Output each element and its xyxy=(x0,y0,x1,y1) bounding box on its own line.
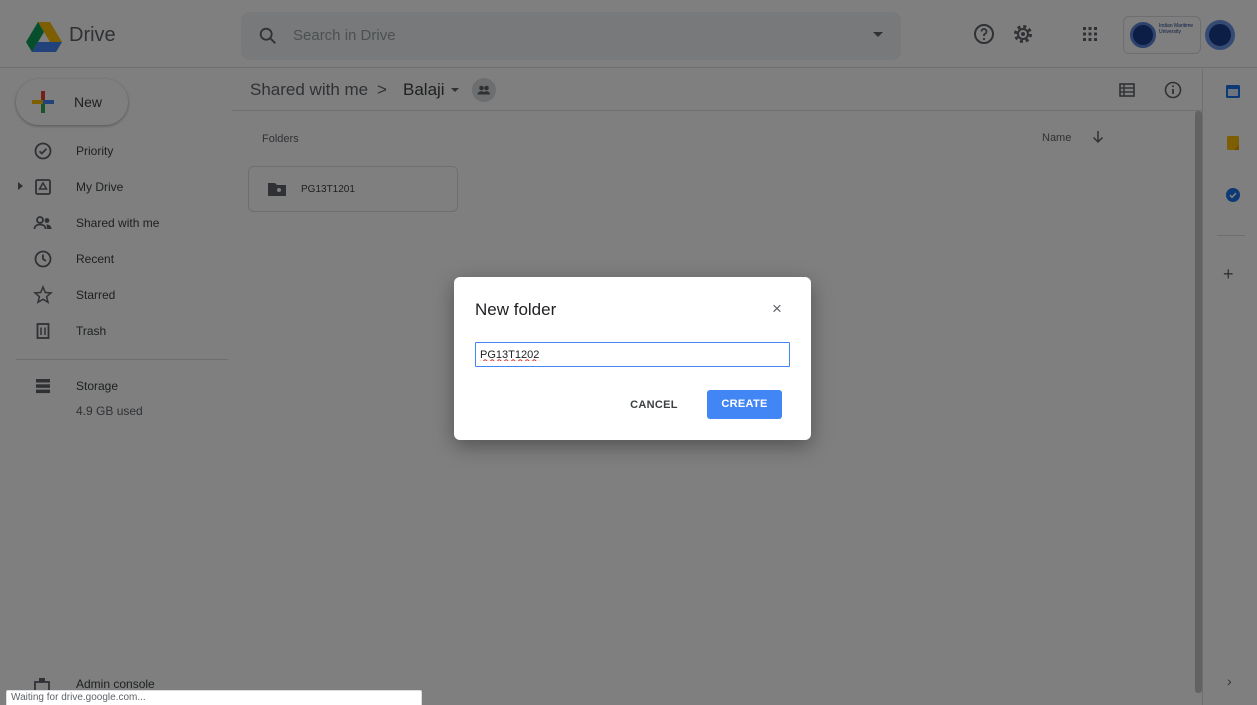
browser-status-bar: Waiting for drive.google.com... xyxy=(6,690,422,705)
dialog-title: New folder xyxy=(475,300,557,319)
status-text: Waiting for drive.google.com... xyxy=(11,692,146,703)
cancel-button[interactable]: CANCEL xyxy=(623,393,685,417)
folder-name-input[interactable] xyxy=(475,342,790,367)
close-icon[interactable]: × xyxy=(768,300,786,318)
new-folder-dialog: New folder × CANCEL CREATE xyxy=(454,277,811,440)
create-button[interactable]: CREATE xyxy=(707,390,782,419)
